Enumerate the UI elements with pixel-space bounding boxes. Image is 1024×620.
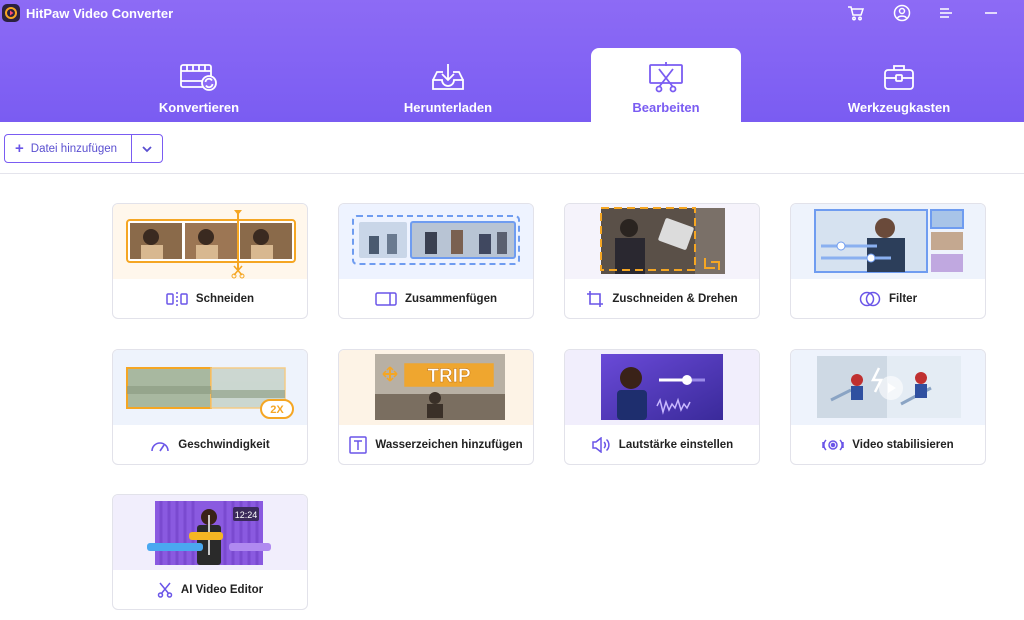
schneiden-thumbnail (113, 204, 307, 279)
tool-label: AI Video Editor (180, 584, 264, 596)
menu-icon[interactable] (935, 3, 957, 23)
lautstaerke-thumbnail (565, 350, 759, 425)
split-icon (166, 291, 188, 307)
add-file-dropdown[interactable] (131, 135, 162, 162)
zusammenfuegen-thumbnail (339, 204, 533, 279)
tool-card-zuschneiden[interactable]: Zuschneiden & Drehen (564, 203, 760, 319)
app-logo (2, 4, 20, 22)
volume-icon (591, 437, 611, 453)
speed-badge: 2X (270, 404, 284, 416)
tool-label: Zusammenfügen (404, 293, 497, 305)
tab-konvertieren[interactable]: Konvertieren (124, 48, 274, 122)
merge-icon (375, 292, 397, 306)
wasserzeichen-thumbnail: TRIP (339, 350, 533, 425)
ai-scissors-icon (157, 582, 173, 598)
tab-label: Werkzeugkasten (847, 100, 951, 115)
text-watermark-icon (349, 436, 368, 454)
tab-label: Konvertieren (158, 100, 240, 115)
tab-label: Bearbeiten (632, 100, 700, 115)
ai-editor-thumbnail: 12:24 (113, 495, 307, 570)
app-title: HitPaw Video Converter (26, 6, 174, 21)
tool-card-lautstaerke[interactable]: Lautstärke einstellen (564, 349, 760, 465)
tool-card-ai-video-editor[interactable]: 12:24 AI Video Editor (112, 494, 308, 610)
tool-label: Geschwindigkeit (178, 439, 270, 451)
crop-icon (586, 290, 604, 308)
add-file-main[interactable]: + Datei hinzufügen (5, 135, 131, 162)
tool-label: Video stabilisieren (852, 439, 954, 451)
tab-herunterladen[interactable]: Herunterladen (356, 48, 540, 122)
tool-label: Zuschneiden & Drehen (612, 293, 738, 305)
ai-time-badge: 12:24 (235, 510, 258, 520)
tab-bearbeiten[interactable]: Bearbeiten (591, 48, 741, 122)
tool-label: Filter (888, 293, 918, 305)
edit-scissors-icon (648, 62, 684, 93)
tool-card-schneiden[interactable]: Schneiden (112, 203, 308, 319)
tool-card-filter[interactable]: Filter (790, 203, 986, 319)
minimize-icon[interactable] (980, 3, 1002, 23)
geschwindigkeit-thumbnail: 2X (113, 350, 307, 425)
tool-card-zusammenfuegen[interactable]: Zusammenfügen (338, 203, 534, 319)
zuschneiden-thumbnail (565, 204, 759, 279)
tool-card-wasserzeichen[interactable]: TRIP Wasserzeichen hinzufügen (338, 349, 534, 465)
tool-label: Schneiden (195, 293, 255, 305)
filter-thumbnail (791, 204, 985, 279)
add-file-button[interactable]: + Datei hinzufügen (4, 134, 163, 163)
title-bar: HitPaw Video Converter Konvertieren Heru… (0, 0, 1024, 122)
toolbox-icon (882, 62, 916, 92)
tool-card-stabilisieren[interactable]: Video stabilisieren (790, 349, 986, 465)
add-file-label: Datei hinzufügen (30, 142, 118, 155)
toolbar: + Datei hinzufügen (0, 122, 1024, 174)
account-icon[interactable] (891, 3, 913, 23)
watermark-badge: TRIP (427, 366, 471, 387)
speed-icon (150, 437, 170, 453)
stabilize-icon (822, 437, 845, 453)
download-tray-icon (430, 62, 466, 92)
tool-label: Lautstärke einstellen (618, 439, 734, 451)
filter-icon (859, 291, 881, 307)
chevron-down-icon (142, 145, 152, 152)
convert-film-icon (179, 62, 219, 92)
tool-label: Wasserzeichen hinzufügen (375, 439, 523, 451)
tab-werkzeugkasten[interactable]: Werkzeugkasten (824, 48, 974, 122)
tool-card-geschwindigkeit[interactable]: 2X Geschwindigkeit (112, 349, 308, 465)
plus-icon: + (15, 140, 24, 157)
stabilisieren-thumbnail (791, 350, 985, 425)
tab-label: Herunterladen (403, 100, 493, 115)
cart-icon[interactable] (845, 3, 867, 23)
